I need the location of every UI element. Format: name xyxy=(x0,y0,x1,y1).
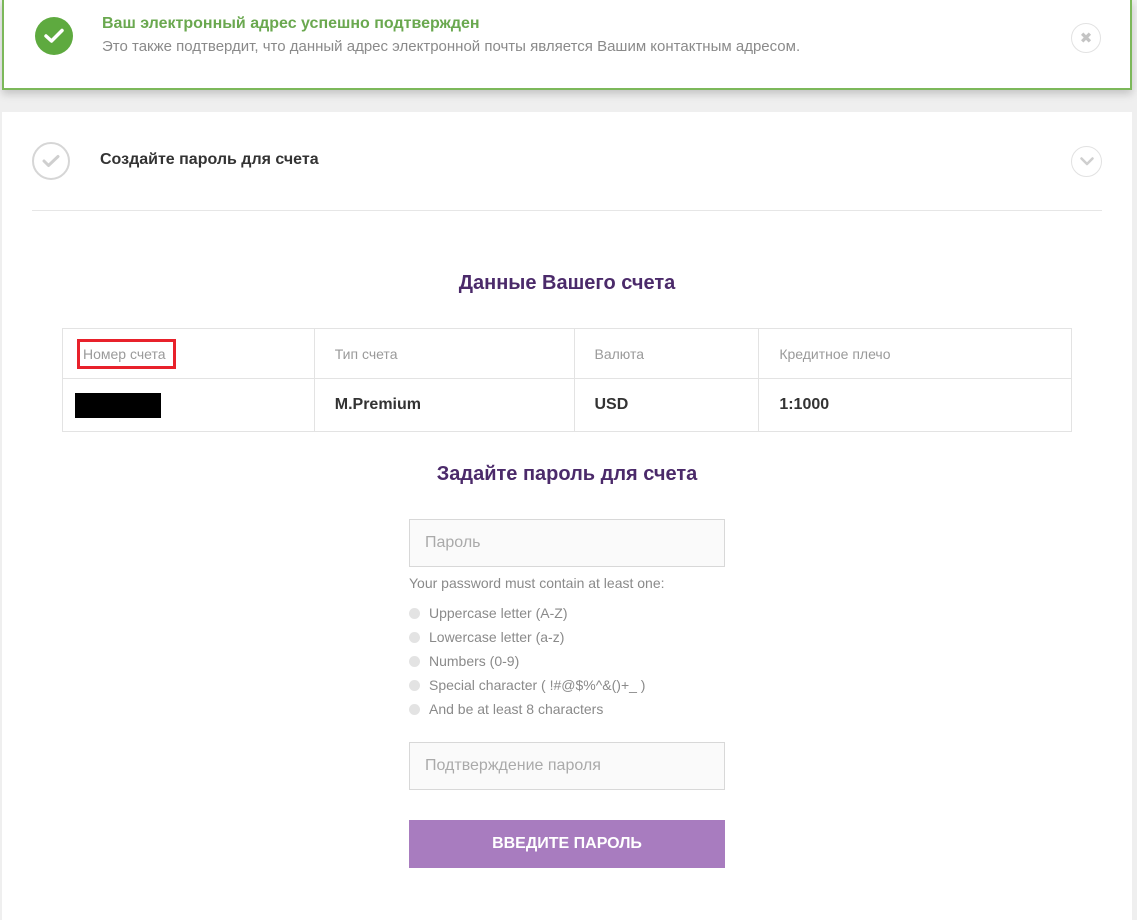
rule-label: Uppercase letter (A-Z) xyxy=(429,605,568,621)
column-header-leverage: Кредитное плечо xyxy=(758,328,1072,379)
column-header-currency: Валюта xyxy=(573,328,760,379)
banner-subtitle: Это также подтвердит, что данный адрес э… xyxy=(102,38,801,55)
account-table: Номер счета Тип счета Валюта Кредитное п… xyxy=(62,328,1072,432)
password-rules-intro: Your password must contain at least one: xyxy=(409,575,665,591)
column-header-account-number: Номер счета xyxy=(62,328,315,379)
redacted-account-number xyxy=(75,392,161,418)
close-icon[interactable]: ✖ xyxy=(1071,23,1101,53)
column-header-account-type: Тип счета xyxy=(313,328,575,379)
table-row: M.Premium USD 1:1000 xyxy=(62,378,1072,432)
password-rules-list: Uppercase letter (A-Z) Lowercase letter … xyxy=(409,601,725,721)
set-password-title: Задайте пароль для счета xyxy=(436,463,698,485)
create-password-card: Создайте пароль для счета Данные Вашего … xyxy=(2,112,1132,920)
chevron-down-icon[interactable] xyxy=(1071,146,1102,177)
leverage-cell: 1:1000 xyxy=(758,378,1072,432)
password-form: Your password must contain at least one:… xyxy=(409,519,725,868)
rule-length: And be at least 8 characters xyxy=(409,697,725,721)
rule-special: Special character ( !#@$%^&()+_ ) xyxy=(409,673,725,697)
confirm-password-input[interactable] xyxy=(409,742,725,790)
rule-status-dot xyxy=(409,607,420,619)
rule-numbers: Numbers (0-9) xyxy=(409,649,725,673)
step-title: Создайте пароль для счета xyxy=(100,151,319,168)
rule-status-dot xyxy=(409,631,420,643)
rule-label: Special character ( !#@$%^&()+_ ) xyxy=(429,677,646,693)
password-input[interactable] xyxy=(409,519,725,567)
banner-title: Ваш электронный адрес успешно подтвержде… xyxy=(102,15,480,32)
account-details-title: Данные Вашего счета xyxy=(458,272,676,294)
rule-status-dot xyxy=(409,703,420,715)
currency-cell: USD xyxy=(573,378,760,432)
rule-label: Lowercase letter (a-z) xyxy=(429,629,565,645)
step-check-icon xyxy=(32,142,70,180)
rule-label: Numbers (0-9) xyxy=(429,653,520,669)
table-header-row: Номер счета Тип счета Валюта Кредитное п… xyxy=(62,328,1072,379)
rule-label: And be at least 8 characters xyxy=(429,701,604,717)
account-number-cell xyxy=(62,378,315,432)
rule-lowercase: Lowercase letter (a-z) xyxy=(409,625,725,649)
rule-status-dot xyxy=(409,679,420,691)
rule-uppercase: Uppercase letter (A-Z) xyxy=(409,601,725,625)
account-type-cell: M.Premium xyxy=(313,378,575,432)
step-header[interactable]: Создайте пароль для счета xyxy=(2,112,1132,210)
divider xyxy=(32,210,1102,211)
highlight-box: Номер счета xyxy=(77,338,177,369)
email-confirmed-banner: Ваш электронный адрес успешно подтвержде… xyxy=(2,0,1132,90)
submit-password-button[interactable]: ВВЕДИТЕ ПАРОЛЬ xyxy=(409,820,725,868)
rule-status-dot xyxy=(409,655,420,667)
check-circle-icon xyxy=(35,17,73,55)
